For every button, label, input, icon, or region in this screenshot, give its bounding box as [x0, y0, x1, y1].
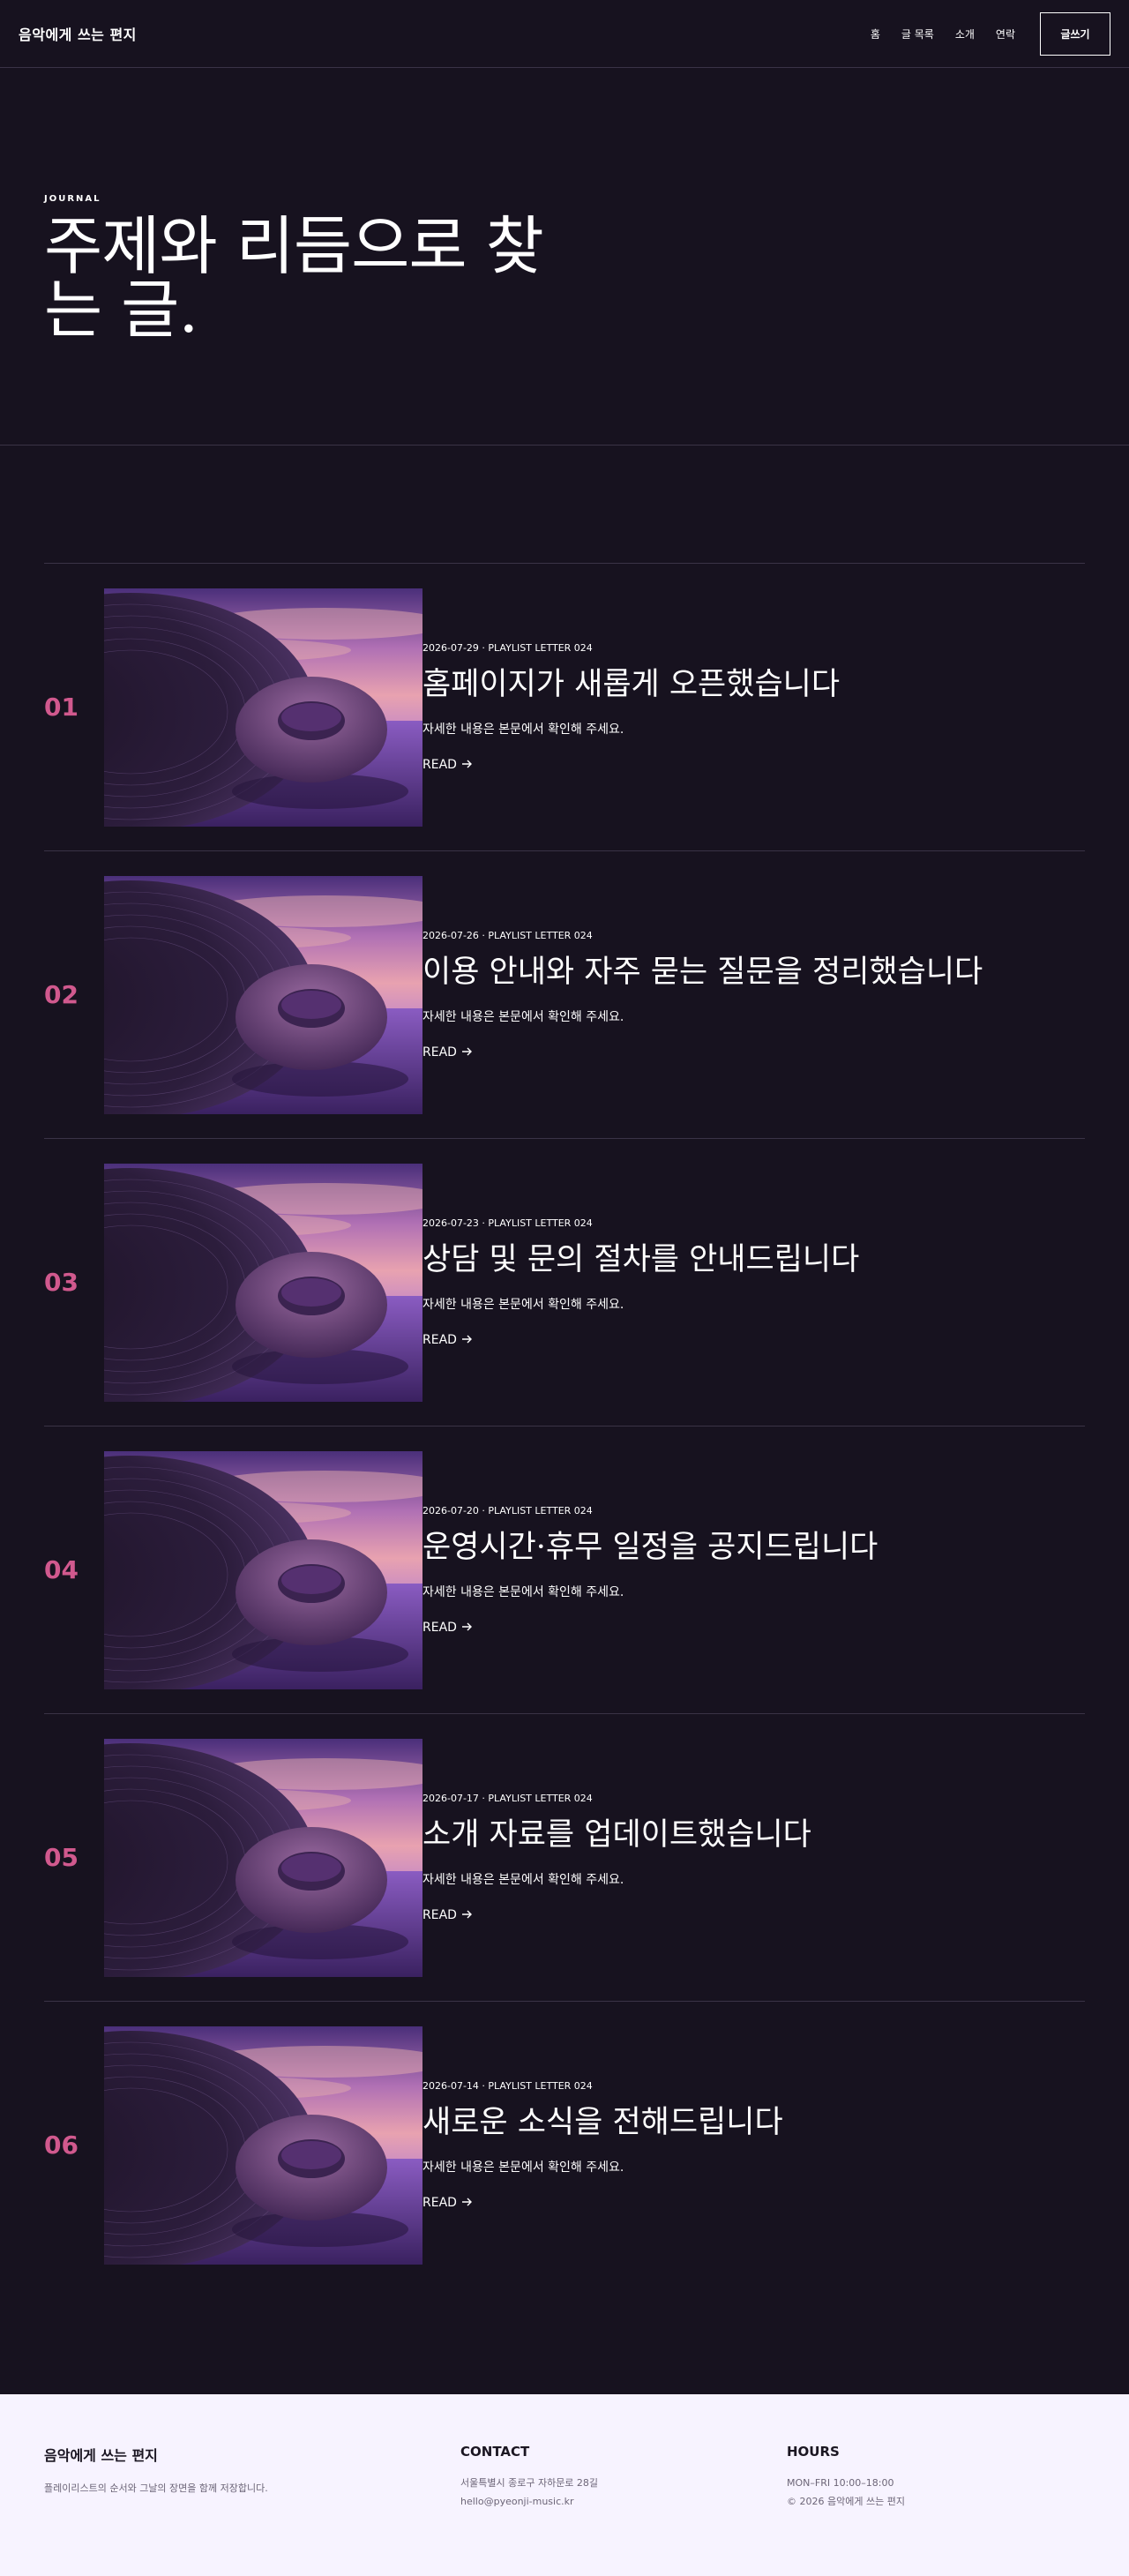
post-number: 03	[44, 1268, 79, 1297]
post-title[interactable]: 운영시간·휴무 일정을 공지드립니다	[422, 1531, 878, 1565]
read-label: READ	[422, 1332, 457, 1347]
post-number: 05	[44, 1843, 79, 1872]
post-thumbnail[interactable]	[104, 2026, 422, 2265]
footer-brand: 음악에게 쓰는 편지 플레이리스트의 순서와 그날의 장면을 함께 저장합니다.	[44, 2444, 460, 2576]
arrow-right-icon	[461, 1621, 473, 1635]
post-body: 2026-07-26 · PLAYLIST LETTER 024 이용 안내와 …	[422, 930, 983, 1060]
hero-eyebrow: JOURNAL	[44, 194, 101, 204]
post-thumbnail[interactable]	[104, 1450, 422, 1689]
read-label: READ	[422, 1045, 457, 1060]
post-meta: 2026-07-26 · PLAYLIST LETTER 024	[422, 930, 593, 942]
arrow-right-icon	[461, 1333, 473, 1347]
post-list: 01 2026-07-29 · PLAYLIST LETTER 024 홈페이지…	[0, 446, 1129, 2288]
nav-item-posts[interactable]: 글 목록	[901, 26, 934, 41]
post-thumbnail[interactable]	[104, 588, 422, 827]
post-title[interactable]: 상담 및 문의 절차를 안내드립니다	[422, 1243, 859, 1277]
post-excerpt: 자세한 내용은 본문에서 확인해 주세요.	[422, 722, 624, 737]
arrow-right-icon	[461, 758, 473, 772]
vinyl-record-donut-image	[104, 875, 422, 1114]
post-excerpt: 자세한 내용은 본문에서 확인해 주세요.	[422, 2160, 624, 2175]
nav-item-about[interactable]: 소개	[955, 26, 975, 41]
post-excerpt: 자세한 내용은 본문에서 확인해 주세요.	[422, 1297, 624, 1312]
post-thumbnail[interactable]	[104, 1163, 422, 1402]
arrow-right-icon	[461, 2196, 473, 2210]
nav-item-home[interactable]: 홈	[871, 26, 880, 41]
read-link[interactable]: READ	[422, 1333, 859, 1347]
site-footer: 음악에게 쓰는 편지 플레이리스트의 순서와 그날의 장면을 함께 저장합니다.…	[0, 2394, 1129, 2576]
hero-section: JOURNAL 주제와 리듬으로 찾는 글.	[0, 68, 1129, 446]
footer-hours-heading: HOURS	[787, 2444, 840, 2460]
post-body: 2026-07-14 · PLAYLIST LETTER 024 새로운 소식을…	[422, 2080, 783, 2210]
read-link[interactable]: READ	[422, 1045, 983, 1060]
page-title: 주제와 리듬으로 찾는 글.	[44, 209, 544, 347]
footer-hours: HOURS MON–FRI 10:00–18:00 © 2026 음악에게 쓰는…	[787, 2444, 1007, 2576]
post-item[interactable]: 01 2026-07-29 · PLAYLIST LETTER 024 홈페이지…	[44, 563, 1085, 850]
post-title[interactable]: 소개 자료를 업데이트했습니다	[422, 1818, 811, 1853]
footer-copyright: © 2026 음악에게 쓰는 편지	[787, 2495, 905, 2507]
post-item[interactable]: 05 2026-07-17 · PLAYLIST LETTER 024 소개 자…	[44, 1713, 1085, 2001]
read-label: READ	[422, 1907, 457, 1922]
site-logo[interactable]: 음악에게 쓰는 편지	[19, 23, 137, 44]
write-button[interactable]: 글쓰기	[1040, 11, 1110, 56]
post-item[interactable]: 03 2026-07-23 · PLAYLIST LETTER 024 상담 및…	[44, 1138, 1085, 1426]
footer-address: 서울특별시 종로구 자하문로 28길	[460, 2477, 599, 2489]
post-meta: 2026-07-17 · PLAYLIST LETTER 024	[422, 1793, 593, 1805]
read-label: READ	[422, 2195, 457, 2210]
post-excerpt: 자세한 내용은 본문에서 확인해 주세요.	[422, 1584, 624, 1599]
post-body: 2026-07-23 · PLAYLIST LETTER 024 상담 및 문의…	[422, 1217, 859, 1347]
post-number: 04	[44, 1555, 79, 1584]
read-label: READ	[422, 757, 457, 772]
post-body: 2026-07-17 · PLAYLIST LETTER 024 소개 자료를 …	[422, 1793, 811, 1922]
read-label: READ	[422, 1620, 457, 1635]
footer-brand-description: 플레이리스트의 순서와 그날의 장면을 함께 저장합니다.	[44, 2482, 268, 2494]
post-body: 2026-07-20 · PLAYLIST LETTER 024 운영시간·휴무…	[422, 1505, 878, 1635]
read-link[interactable]: READ	[422, 758, 840, 772]
post-title[interactable]: 홈페이지가 새롭게 오픈했습니다	[422, 668, 840, 702]
footer-contact: CONTACT 서울특별시 종로구 자하문로 28길 hello@pyeonji…	[460, 2444, 787, 2576]
vinyl-record-donut-image	[104, 1738, 422, 1977]
post-number: 01	[44, 693, 79, 722]
post-item[interactable]: 04 2026-07-20 · PLAYLIST LETTER 024 운영시간…	[44, 1426, 1085, 1713]
read-link[interactable]: READ	[422, 2196, 783, 2210]
main-nav: 홈 글 목록 소개 연락 글쓰기	[871, 11, 1110, 56]
vinyl-record-donut-image	[104, 1163, 422, 1402]
footer-email-link[interactable]: hello@pyeonji-music.kr	[460, 2493, 787, 2512]
post-number: 02	[44, 980, 79, 1009]
post-meta: 2026-07-23 · PLAYLIST LETTER 024	[422, 1217, 593, 1230]
arrow-right-icon	[461, 1045, 473, 1060]
footer-brand-title: 음악에게 쓰는 편지	[44, 2447, 158, 2464]
footer-contact-heading: CONTACT	[460, 2444, 530, 2460]
vinyl-record-donut-image	[104, 2026, 422, 2265]
footer-hours-text: MON–FRI 10:00–18:00	[787, 2477, 894, 2489]
post-body: 2026-07-29 · PLAYLIST LETTER 024 홈페이지가 새…	[422, 642, 840, 772]
post-excerpt: 자세한 내용은 본문에서 확인해 주세요.	[422, 1009, 624, 1024]
site-header: 음악에게 쓰는 편지 홈 글 목록 소개 연락 글쓰기	[0, 0, 1129, 68]
post-meta: 2026-07-29 · PLAYLIST LETTER 024	[422, 642, 593, 655]
nav-item-contact[interactable]: 연락	[996, 26, 1015, 41]
post-thumbnail[interactable]	[104, 1738, 422, 1977]
read-link[interactable]: READ	[422, 1908, 811, 1922]
post-excerpt: 자세한 내용은 본문에서 확인해 주세요.	[422, 1872, 624, 1887]
post-thumbnail[interactable]	[104, 875, 422, 1114]
post-item[interactable]: 02 2026-07-26 · PLAYLIST LETTER 024 이용 안…	[44, 850, 1085, 1138]
post-title[interactable]: 새로운 소식을 전해드립니다	[422, 2106, 783, 2140]
arrow-right-icon	[461, 1908, 473, 1922]
vinyl-record-donut-image	[104, 588, 422, 827]
post-item[interactable]: 06 2026-07-14 · PLAYLIST LETTER 024 새로운 …	[44, 2001, 1085, 2288]
post-title[interactable]: 이용 안내와 자주 묻는 질문을 정리했습니다	[422, 955, 983, 990]
vinyl-record-donut-image	[104, 1450, 422, 1689]
post-number: 06	[44, 2130, 79, 2160]
post-meta: 2026-07-14 · PLAYLIST LETTER 024	[422, 2080, 593, 2093]
read-link[interactable]: READ	[422, 1621, 878, 1635]
post-meta: 2026-07-20 · PLAYLIST LETTER 024	[422, 1505, 593, 1517]
